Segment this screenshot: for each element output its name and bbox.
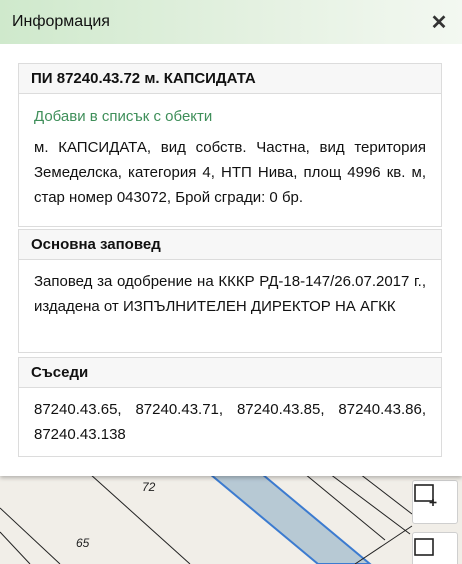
neighbors-body: 87240.43.65, 87240.43.71, 87240.43.85, 8…: [19, 388, 441, 447]
add-to-list-link[interactable]: Добави в списък с обекти: [34, 104, 426, 129]
map-view[interactable]: 72 65: [0, 474, 462, 564]
parcel-card: ПИ 87240.43.72 м. КАПСИДАТА Добави в спи…: [18, 63, 442, 227]
order-body: Заповед за одобрение на КККР РД-18-147/2…: [19, 260, 441, 319]
select-rectangle-icon: [414, 538, 434, 556]
parcel-title: ПИ 87240.43.72 м. КАПСИДАТА: [19, 64, 441, 94]
popup-title: Информация: [12, 13, 110, 30]
map-parcel-lines: [0, 474, 413, 564]
parcel-boundary: [89, 474, 191, 564]
select-polygon-tool-button[interactable]: [412, 532, 458, 564]
select-area-tool-button[interactable]: [412, 480, 458, 524]
info-popup: Информация ✕ ПИ 87240.43.72 м. КАПСИДАТА…: [0, 0, 462, 476]
parcel-boundary: [354, 525, 413, 564]
parcel-boundary: [0, 507, 61, 564]
order-card: Основна заповед Заповед за одобрение на …: [18, 229, 442, 353]
select-rectangle-icon: [414, 484, 437, 506]
parcel-boundary: [359, 474, 413, 515]
parcel-body: Добави в списък с обекти м. КАПСИДАТА, в…: [19, 94, 441, 210]
neighbors-heading: Съседи: [19, 358, 441, 388]
order-text: Заповед за одобрение на КККР РД-18-147/2…: [34, 273, 426, 315]
neighbors-card: Съседи 87240.43.65, 87240.43.71, 87240.4…: [18, 357, 442, 457]
map-parcel-label: 65: [76, 536, 90, 550]
parcel-boundary: [0, 531, 31, 564]
parcel-description: м. КАПСИДАТА, вид собств. Частна, вид те…: [34, 139, 426, 206]
close-icon[interactable]: ✕: [428, 11, 450, 34]
popup-header: Информация ✕: [0, 0, 462, 44]
map-parcel-label: 72: [142, 480, 156, 494]
selected-parcel-shape: [208, 474, 372, 564]
order-heading: Основна заповед: [19, 230, 441, 260]
neighbors-list: 87240.43.65, 87240.43.71, 87240.43.85, 8…: [34, 401, 426, 443]
